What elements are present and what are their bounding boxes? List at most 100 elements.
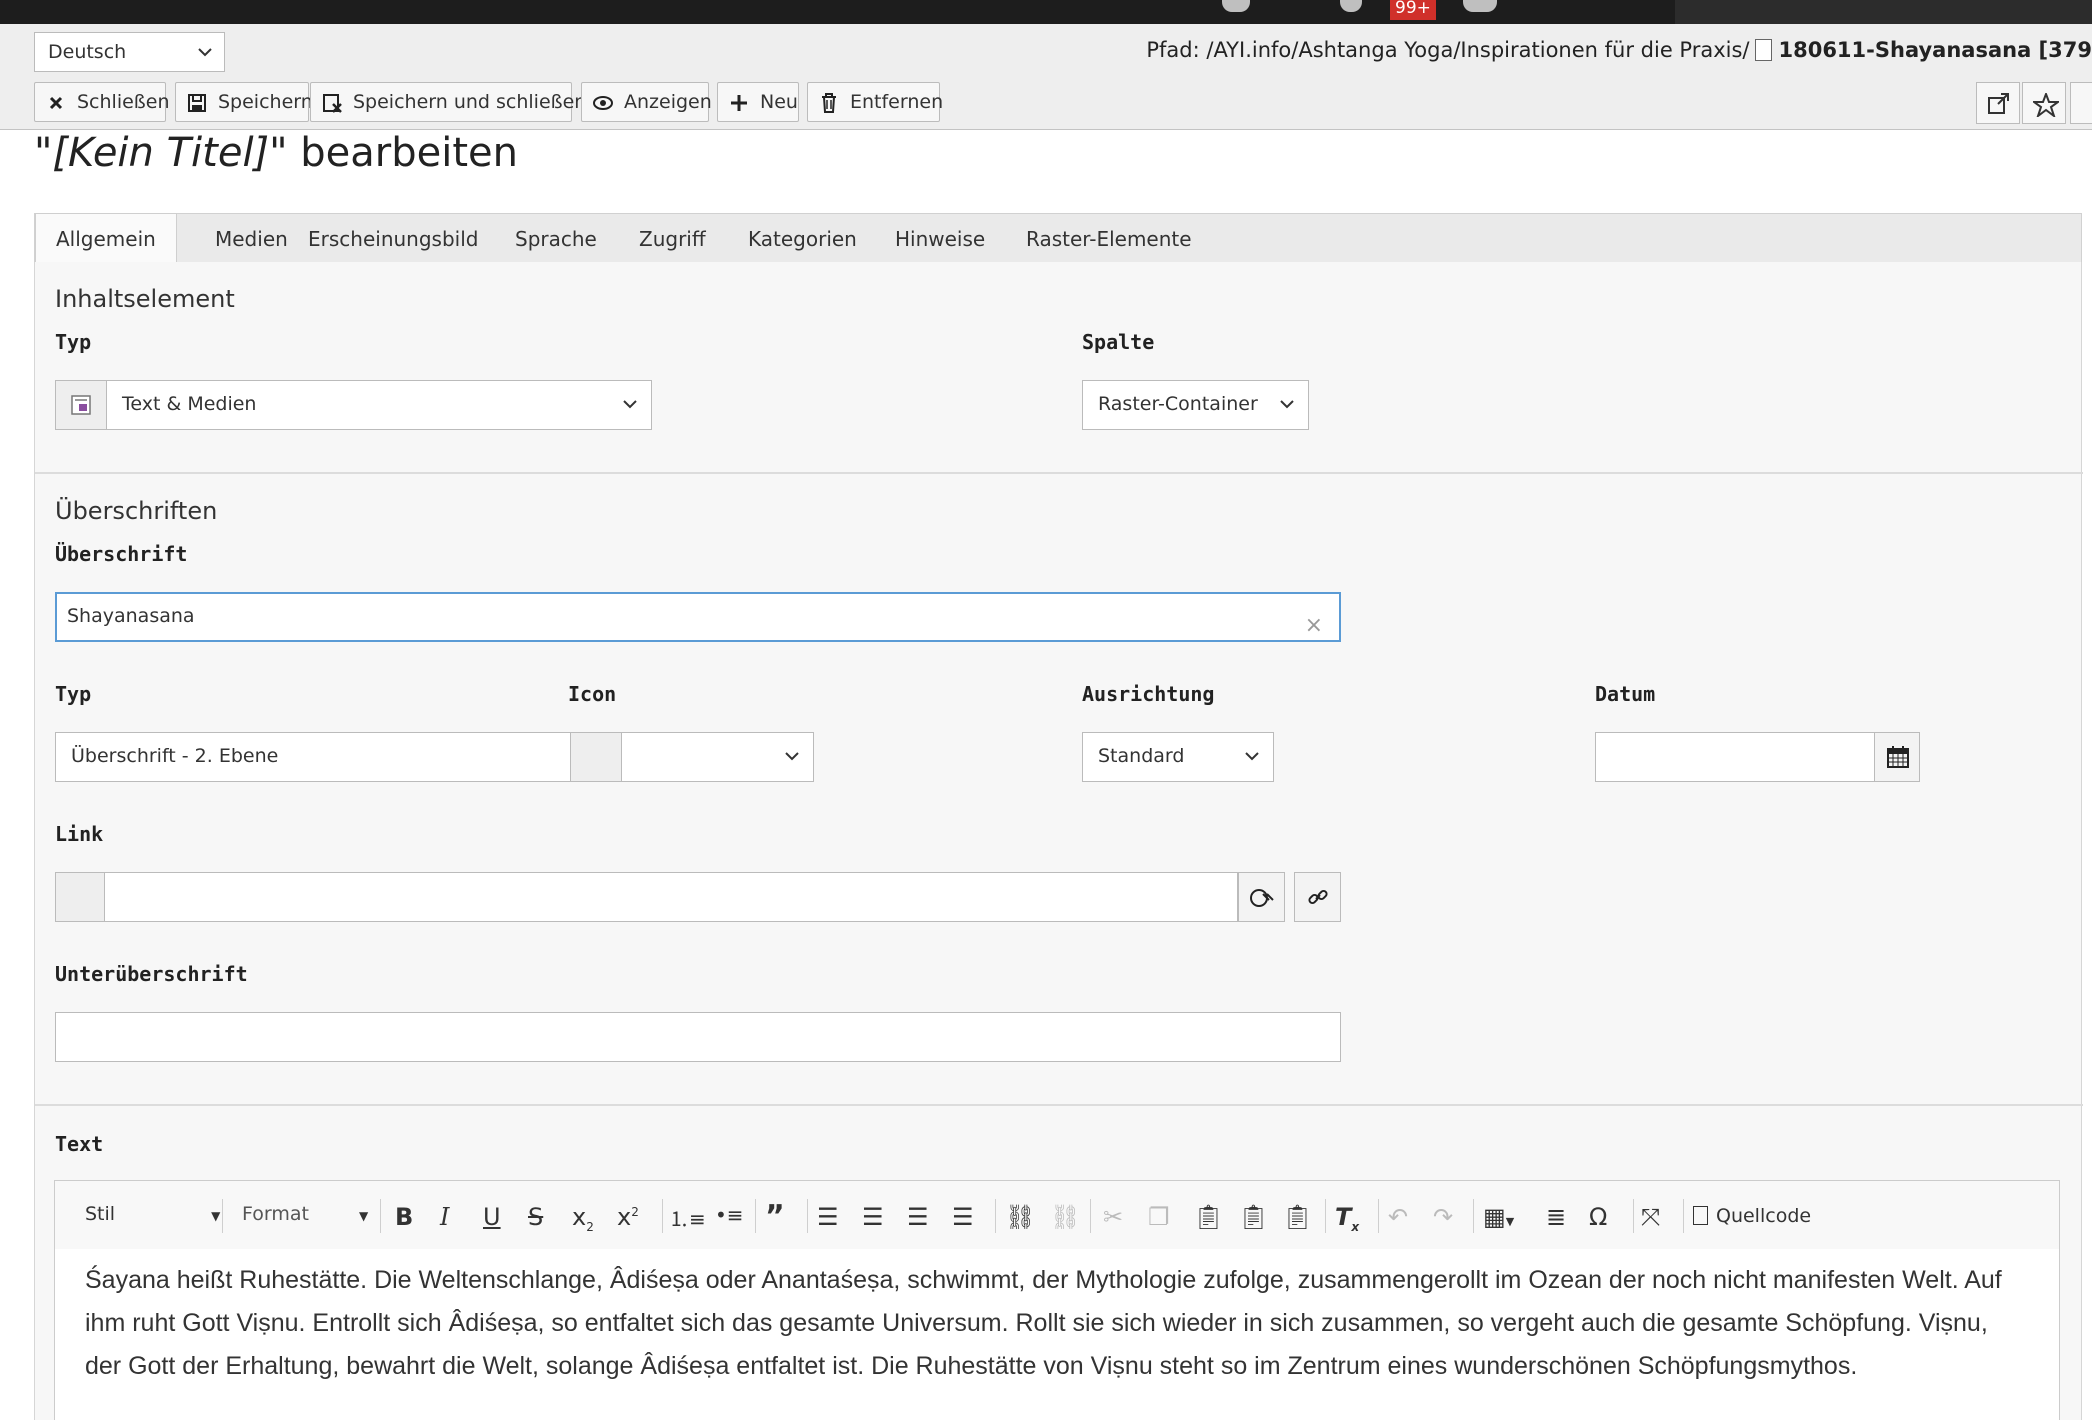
account-tray-icon[interactable] xyxy=(1463,0,1497,12)
paste-word-icon[interactable]: 📋︎ xyxy=(1282,1203,1312,1231)
toolbar-separator xyxy=(380,1199,381,1233)
tab-erscheinungsbild[interactable]: Erscheinungsbild xyxy=(288,214,498,264)
header-type-value: Überschrift - 2. Ebene xyxy=(71,745,279,767)
horizontal-rule-icon[interactable]: ≣ xyxy=(1546,1203,1566,1231)
page-title-suffix: " bearbeiten xyxy=(269,130,518,176)
special-char-icon[interactable]: Ω xyxy=(1589,1203,1607,1231)
underline-button[interactable]: U xyxy=(483,1203,501,1231)
subscript-button[interactable]: x2 xyxy=(572,1203,594,1234)
save-button[interactable]: Speichern xyxy=(175,82,313,122)
toolbar-separator xyxy=(807,1199,808,1233)
clear-icon[interactable]: × xyxy=(1305,604,1323,648)
justify-icon[interactable]: ☰ xyxy=(952,1203,974,1231)
redo-icon[interactable]: ↷ xyxy=(1433,1203,1453,1231)
source-button[interactable]: Quellcode xyxy=(1693,1205,1811,1227)
link-options-icon xyxy=(1250,889,1274,907)
align-left-icon[interactable]: ☰ xyxy=(817,1203,839,1231)
tray-icon[interactable] xyxy=(1340,0,1362,12)
star-tray-icon[interactable] xyxy=(1222,0,1250,12)
bookmark-button[interactable] xyxy=(2022,82,2066,124)
copy-icon[interactable]: ❐ xyxy=(1148,1203,1170,1231)
tab-kategorien[interactable]: Kategorien xyxy=(728,214,877,264)
alignment-select[interactable]: Standard xyxy=(1082,732,1274,782)
save-close-button-label: Speichern und schließen xyxy=(353,91,587,113)
format-dropdown[interactable]: Format ▼ xyxy=(242,1203,368,1225)
subheader-label: Unterüberschrift xyxy=(55,962,248,986)
toolbar-separator xyxy=(222,1199,223,1233)
tab-allgemein[interactable]: Allgemein xyxy=(35,213,177,265)
source-icon xyxy=(1693,1206,1708,1225)
help-button[interactable] xyxy=(2070,82,2092,124)
star-icon xyxy=(2033,93,2059,117)
save-close-button[interactable]: Speichern und schließen xyxy=(310,82,586,122)
superscript-button[interactable]: x2 xyxy=(617,1203,639,1231)
breadcrumb-path[interactable]: Pfad: /AYI.info/Ashtanga Yoga/Inspiratio… xyxy=(1146,38,1749,62)
close-button[interactable]: Schließen xyxy=(34,82,170,122)
date-input[interactable] xyxy=(1595,732,1875,782)
tab-bar: Allgemein Medien Erscheinungsbild Sprach… xyxy=(34,213,2082,265)
tab-zugriff[interactable]: Zugriff xyxy=(619,214,726,264)
notification-badge[interactable]: 99+ xyxy=(1390,0,1436,20)
cut-icon[interactable]: ✂ xyxy=(1103,1203,1123,1231)
text-media-icon xyxy=(71,395,91,415)
tab-hinweise[interactable]: Hinweise xyxy=(875,214,1005,264)
toolbar-separator xyxy=(1633,1199,1634,1233)
section-divider xyxy=(35,472,2083,474)
paste-text-icon[interactable]: 📋︎ xyxy=(1238,1203,1268,1231)
header-type-label: Typ xyxy=(55,682,92,706)
align-center-icon[interactable]: ☰ xyxy=(862,1203,884,1231)
tab-raster-elemente[interactable]: Raster-Elemente xyxy=(1006,214,1212,264)
maximize-icon[interactable]: ⤧ xyxy=(1641,1203,1660,1231)
link-settings-button[interactable] xyxy=(1238,872,1285,922)
date-picker-button[interactable] xyxy=(1874,732,1920,782)
style-dropdown[interactable]: Stil ▼ xyxy=(85,1203,220,1225)
unlink-icon[interactable]: ⛓ xyxy=(1050,1203,1080,1231)
chevron-down-icon xyxy=(1280,400,1294,409)
tab-sprache[interactable]: Sprache xyxy=(495,214,617,264)
header-type-select[interactable]: Überschrift - 2. Ebene xyxy=(55,732,571,782)
style-dropdown-label: Stil xyxy=(85,1203,116,1225)
link-icon[interactable]: ⛓ xyxy=(1005,1203,1035,1231)
alignment-label: Ausrichtung xyxy=(1082,682,1215,706)
content-type-select[interactable]: Text & Medien xyxy=(106,380,652,430)
link-input[interactable] xyxy=(104,872,1238,922)
chevron-down-icon xyxy=(785,752,799,761)
toolbar-separator xyxy=(1683,1199,1684,1233)
column-select[interactable]: Raster-Container xyxy=(1082,380,1309,430)
section-title-content-element: Inhaltselement xyxy=(55,285,235,313)
view-button[interactable]: Anzeigen xyxy=(581,82,712,122)
column-label: Spalte xyxy=(1082,330,1155,354)
paste-icon[interactable]: 📋︎ xyxy=(1193,1203,1223,1231)
undo-icon[interactable]: ↶ xyxy=(1388,1203,1408,1231)
bold-button[interactable]: B xyxy=(395,1203,413,1231)
rte-content[interactable]: Śayana heißt Ruhestätte. Die Weltenschla… xyxy=(54,1249,2060,1420)
strikethrough-button[interactable]: S xyxy=(528,1203,543,1231)
open-in-new-window-button[interactable] xyxy=(1976,82,2020,124)
link-browser-button[interactable] xyxy=(1294,872,1341,922)
bullet-list-icon[interactable]: •≡ xyxy=(715,1203,744,1227)
italic-button[interactable]: I xyxy=(440,1203,449,1231)
table-icon[interactable]: ▦▼ xyxy=(1483,1203,1514,1231)
language-select[interactable]: Deutsch xyxy=(34,32,225,72)
chevron-down-icon xyxy=(1245,752,1259,761)
section-title-headers: Überschriften xyxy=(55,497,218,525)
align-right-icon[interactable]: ☰ xyxy=(907,1203,929,1231)
breadcrumb-page[interactable]: 180611-Shayanasana [379 xyxy=(1778,38,2092,62)
delete-button[interactable]: Entfernen xyxy=(807,82,943,122)
external-link-icon xyxy=(1988,93,2009,114)
rte-paragraph: Śayana heißt Ruhestätte. Die Weltenschla… xyxy=(85,1266,2002,1380)
type-label: Typ xyxy=(55,330,92,354)
subheader-input[interactable] xyxy=(55,1012,1341,1062)
page-title: "[Kein Titel]" bearbeiten xyxy=(34,130,518,176)
os-taskbar: 99+ xyxy=(0,0,2092,24)
text-label: Text xyxy=(55,1132,104,1156)
header-input[interactable]: Shayanasana × xyxy=(55,592,1341,642)
page-icon xyxy=(1755,39,1773,61)
blockquote-icon[interactable]: ” xyxy=(765,1199,785,1234)
icon-select[interactable] xyxy=(621,732,814,782)
numbered-list-icon[interactable]: ⒈≡ xyxy=(669,1203,706,1232)
new-button[interactable]: Neu xyxy=(717,82,799,122)
toolbar-separator xyxy=(1378,1199,1379,1233)
remove-format-icon[interactable]: Tx xyxy=(1335,1203,1359,1234)
save-button-label: Speichern xyxy=(218,91,313,113)
